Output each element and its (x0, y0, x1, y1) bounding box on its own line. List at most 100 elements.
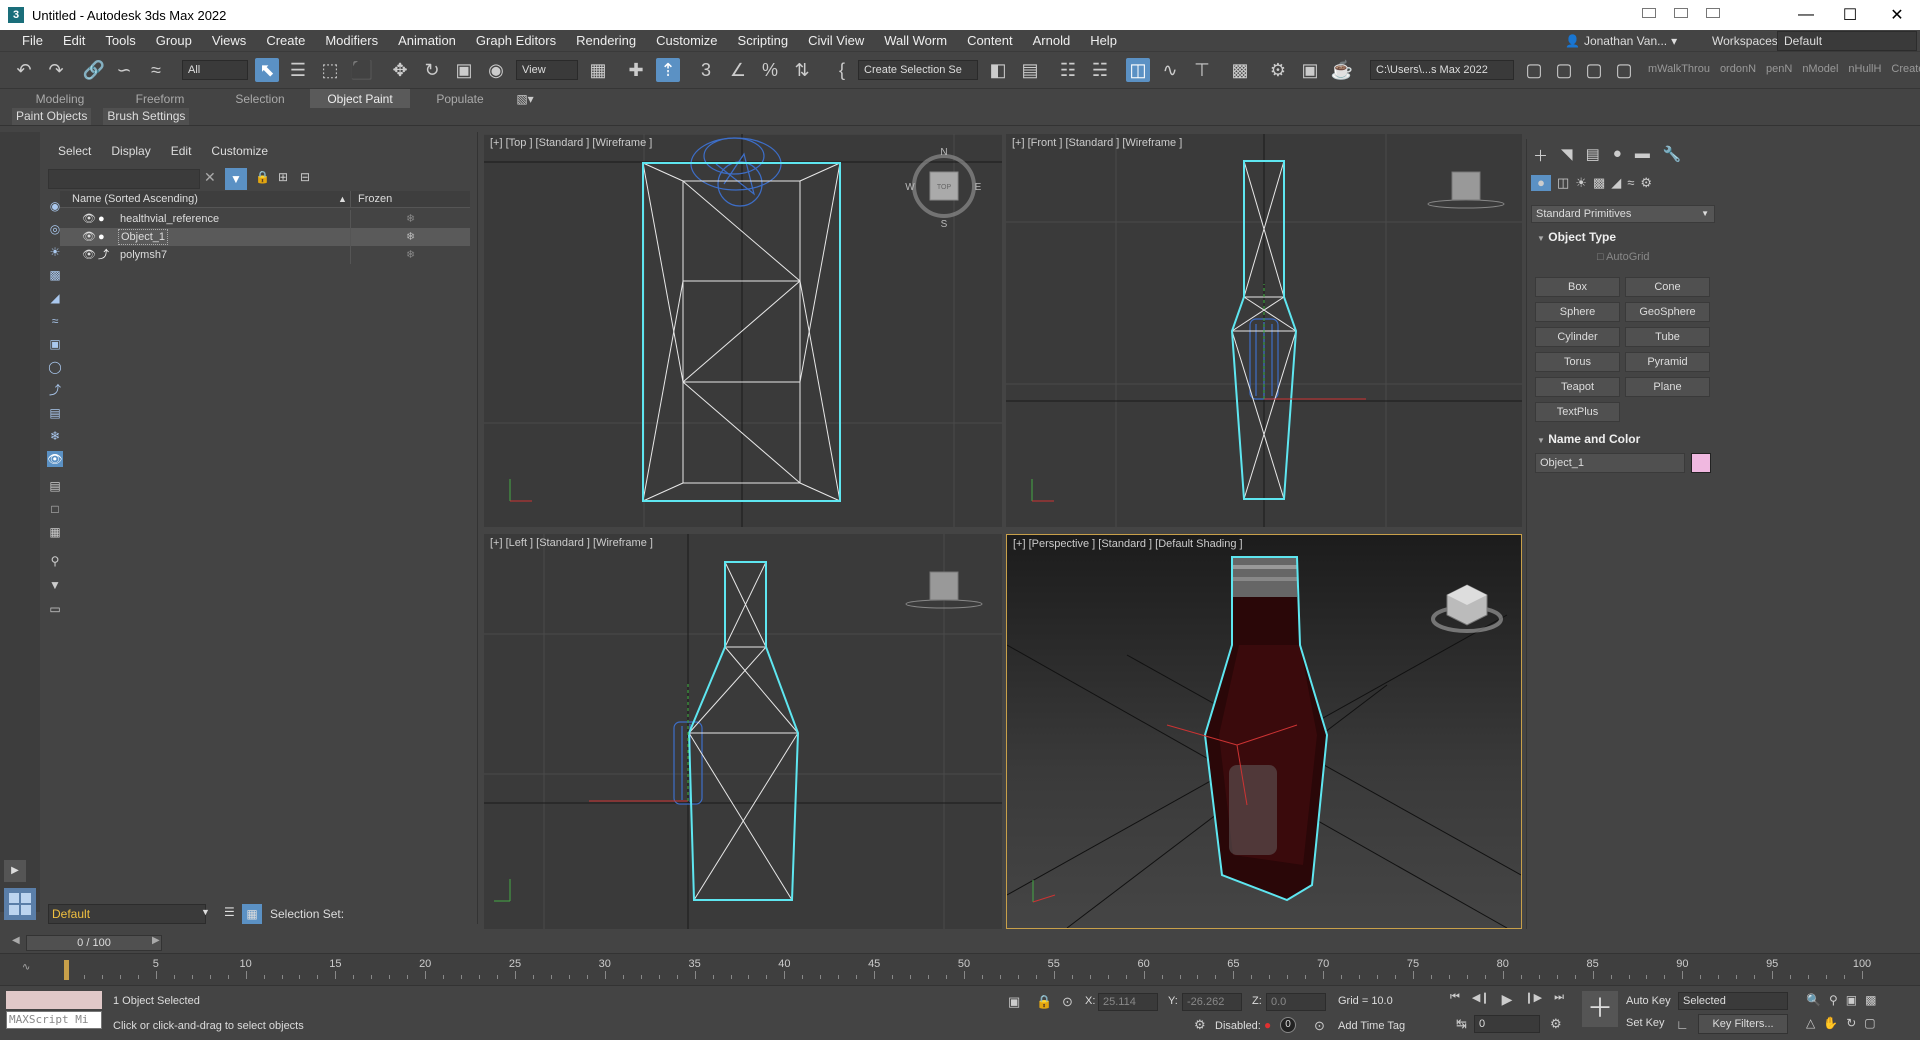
shapes-icon[interactable]: ◫ (1557, 175, 1569, 191)
tab-modeling[interactable]: Modeling (10, 89, 110, 109)
tab-populate[interactable]: Populate (410, 89, 510, 109)
previous-frame-icon[interactable]: ◀❙ (1472, 991, 1490, 1008)
reference-coord-select[interactable]: View (516, 60, 578, 80)
viewcube-compass[interactable]: TOP N S E W (905, 147, 981, 230)
selection-filter-select[interactable]: All (182, 60, 248, 80)
rendered-frame-icon[interactable]: ▣ (1298, 58, 1322, 82)
layers-stack-icon[interactable]: ☰ (224, 905, 235, 919)
tube-button[interactable]: Tube (1625, 327, 1710, 347)
viewport-top-label[interactable]: [+] [Top ] [Standard ] [Wireframe ] (490, 137, 652, 149)
pyramid-button[interactable]: Pyramid (1625, 352, 1710, 372)
menu-civil-view[interactable]: Civil View (798, 33, 874, 48)
display-cameras-icon[interactable]: ▩ (47, 267, 63, 283)
viewport-left[interactable]: [+] [Left ] [Standard ] [Wireframe ] (484, 534, 1002, 929)
adaptive-degradation-icon[interactable]: ⚙ (1194, 1017, 1206, 1033)
select-object-icon[interactable]: ⬉ (255, 58, 279, 82)
display-geometry-icon[interactable]: ◉ (47, 198, 63, 214)
select-manipulate-icon[interactable]: ✚ (624, 58, 648, 82)
filter-icon[interactable]: ▼ (225, 168, 247, 190)
add-time-tag-label[interactable]: Add Time Tag (1338, 1020, 1405, 1032)
cone-button[interactable]: Cone (1625, 277, 1710, 297)
mini-curve-editor-icon[interactable]: ∿ (22, 962, 30, 973)
mini-btn-1[interactable] (1642, 8, 1656, 18)
zero-counter-icon[interactable]: 0 (1280, 1017, 1296, 1033)
time-slider-thumb[interactable]: 0 / 100 (26, 935, 162, 951)
snap-toggle-icon[interactable]: 3 (694, 58, 718, 82)
display-shapes-icon[interactable]: ◎ (47, 221, 63, 237)
auto-key-button[interactable]: Auto Key (1626, 995, 1671, 1007)
display-none-icon[interactable]: □ (47, 501, 63, 517)
visibility-eye-icon[interactable]: 👁 (82, 228, 96, 246)
textplus-button[interactable]: TextPlus (1535, 402, 1620, 422)
tool-create[interactable]: Create (1891, 63, 1920, 75)
isolate-selection-icon[interactable]: ▣ (1008, 994, 1020, 1010)
curve-editor-icon[interactable]: ∿ (1158, 58, 1182, 82)
key-filters-button[interactable]: Key Filters... (1698, 1014, 1788, 1034)
zoom-icon[interactable]: 🔍 (1806, 993, 1821, 1007)
pivot-center-icon[interactable]: ▦ (586, 58, 610, 82)
utilities-tab-icon[interactable]: 🔧 (1663, 145, 1682, 166)
minimize-button[interactable]: — (1783, 0, 1829, 30)
cameras-icon[interactable]: ▩ (1593, 175, 1605, 191)
display-xrefs-icon[interactable]: ◯ (47, 359, 63, 375)
absolute-mode-icon[interactable]: ⊙ (1062, 994, 1073, 1010)
viewport-perspective-label[interactable]: [+] [Perspective ] [Standard ] [Default … (1013, 538, 1243, 550)
space-warps-icon[interactable]: ≈ (1627, 175, 1634, 191)
scene-explorer-type-icon[interactable]: ▦ (242, 904, 262, 924)
zoom-extents-icon[interactable]: ▣ (1846, 993, 1857, 1007)
display-invert-icon[interactable]: ▦ (47, 524, 63, 540)
display-groups-icon[interactable]: ▣ (47, 336, 63, 352)
display-frozen-icon[interactable]: ❄ (47, 428, 63, 444)
set-key-button[interactable]: ＋ (1582, 991, 1618, 1027)
display-all-icon[interactable]: ▤ (47, 478, 63, 494)
menu-modifiers[interactable]: Modifiers (315, 33, 388, 48)
display-bones-icon[interactable]: ⤴ (47, 382, 63, 398)
geosphere-button[interactable]: GeoSphere (1625, 302, 1710, 322)
se-menu-display[interactable]: Display (111, 144, 150, 158)
mini-btn-3[interactable] (1706, 8, 1720, 18)
named-selection-select[interactable]: Create Selection Se (858, 60, 978, 80)
y-coord-field[interactable]: -26.262 (1182, 993, 1242, 1011)
object-name-field[interactable]: Object_1 (1535, 453, 1685, 473)
paint-objects-button[interactable]: Paint Objects (12, 108, 92, 125)
box-button[interactable]: Box (1535, 277, 1620, 297)
viewport-front[interactable]: [+] [Front ] [Standard ] [Wireframe ] (1006, 134, 1522, 527)
find-icon[interactable]: ⚲ (47, 553, 63, 569)
hierarchy-icon[interactable]: ⊞ (278, 170, 288, 184)
menu-edit[interactable]: Edit (53, 33, 95, 48)
clear-search-icon[interactable]: ✕ (204, 169, 216, 186)
wallworm-tool-2-icon[interactable]: ▢ (1552, 58, 1576, 82)
placement-icon[interactable]: ◉ (484, 58, 508, 82)
wallworm-tool-3-icon[interactable]: ▢ (1582, 58, 1606, 82)
render-dot-icon[interactable]: ● (98, 210, 105, 228)
freeze-snowflake-icon[interactable]: ❄ (406, 210, 415, 228)
align-icon[interactable]: ▤ (1018, 58, 1042, 82)
plane-button[interactable]: Plane (1625, 377, 1710, 397)
tool-hull[interactable]: nHullH (1848, 63, 1881, 75)
se-menu-customize[interactable]: Customize (211, 144, 268, 158)
scene-row[interactable]: 👁 ● healthvial_reference ❄ (60, 210, 470, 228)
menu-customize[interactable]: Customize (646, 33, 727, 48)
mini-btn-2[interactable] (1674, 8, 1688, 18)
options-icon[interactable]: ▭ (47, 601, 63, 617)
time-tag-icon[interactable]: ⊙ (1314, 1018, 1325, 1034)
display-containers-icon[interactable]: ▤ (47, 405, 63, 421)
filter-funnel-icon[interactable]: ▼ (47, 577, 63, 593)
rotate-icon[interactable]: ↻ (420, 58, 444, 82)
display-tab-icon[interactable]: ▬ (1635, 145, 1650, 166)
motion-tab-icon[interactable]: ● (1613, 145, 1622, 166)
tab-freeform[interactable]: Freeform (110, 89, 210, 109)
render-dot-icon[interactable]: ● (98, 228, 105, 246)
scale-icon[interactable]: ▣ (452, 58, 476, 82)
tool-walkthrough[interactable]: mWalkThrou (1648, 63, 1710, 75)
workspace-select[interactable]: Default (1777, 31, 1917, 51)
layer-select[interactable]: Default (48, 904, 206, 924)
viewport-left-label[interactable]: [+] [Left ] [Standard ] [Wireframe ] (490, 537, 653, 549)
field-of-view-icon[interactable]: △ (1806, 1016, 1815, 1030)
tab-selection[interactable]: Selection (210, 89, 310, 109)
menu-graph-editors[interactable]: Graph Editors (466, 33, 566, 48)
sphere-button[interactable]: Sphere (1535, 302, 1620, 322)
systems-icon[interactable]: ⚙ (1640, 175, 1652, 191)
unlink-icon[interactable]: ∽ (112, 58, 136, 82)
scene-row[interactable]: 👁 ● Object_1 ❄ (60, 228, 470, 246)
